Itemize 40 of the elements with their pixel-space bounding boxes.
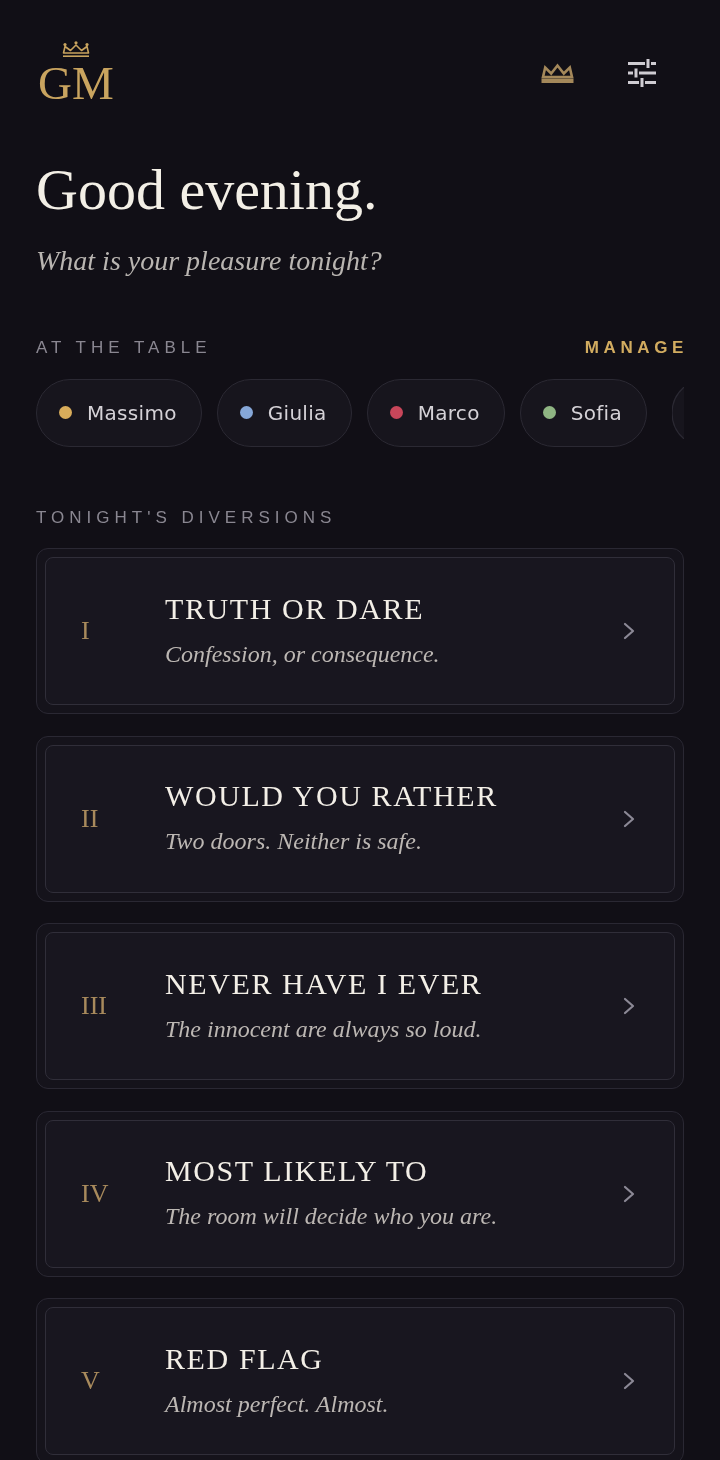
game-title: MOST LIKELY TO — [165, 1156, 429, 1186]
game-numeral: IV — [81, 1178, 109, 1208]
game-numeral: V — [81, 1366, 100, 1395]
manage-button[interactable]: MANAGE — [584, 338, 688, 358]
game-description: Almost perfect. Almost. — [165, 1389, 389, 1419]
greeting-subtitle: What is your pleasure tonight? — [36, 244, 382, 278]
game-description: The innocent are always so loud. — [165, 1014, 482, 1044]
settings-button[interactable] — [627, 59, 657, 87]
game-title: RED FLAG — [165, 1343, 324, 1374]
sliders-icon — [627, 59, 657, 87]
section-label: AT THE TABLE — [36, 338, 212, 358]
game-card[interactable]: IV MOST LIKELY TO The room will decide who you are. — [36, 1110, 684, 1277]
game-numeral: III — [81, 991, 107, 1020]
game-title: WOULD YOU RATHER — [165, 781, 498, 811]
section-label: TONIGHT'S DIVERSIONS — [36, 508, 337, 528]
game-description: Two doors. Neither is safe. — [165, 827, 422, 856]
crown-button[interactable] — [540, 63, 575, 83]
game-numeral: II — [81, 803, 99, 833]
player-name: Sofia — [570, 400, 622, 425]
greeting-heading: Good evening. — [36, 158, 378, 222]
crown-icon — [540, 63, 575, 83]
game-description: Confession, or consequence. — [165, 639, 440, 669]
game-card[interactable]: V RED FLAG Almost perfect. Almost. — [36, 1298, 684, 1460]
partial-chip — [672, 386, 684, 439]
game-card[interactable]: III NEVER HAVE I EVER The innocent are always so loud. — [36, 923, 684, 1089]
game-card[interactable]: II WOULD YOU RATHER Two doors. Neither is safe. — [36, 735, 684, 902]
game-numeral: I — [81, 616, 90, 645]
player-name: Massimo — [87, 400, 177, 425]
player-name: Giulia — [267, 400, 327, 425]
chevron-icon — [623, 809, 635, 828]
chevron-icon — [623, 997, 635, 1015]
chevron-icon — [623, 1372, 635, 1390]
player-name: Marco — [417, 400, 480, 425]
logo-monogram: GM — [38, 60, 114, 107]
chevron-icon — [623, 622, 635, 640]
game-card[interactable]: I TRUTH OR DARE Confession, or consequence. — [36, 548, 684, 714]
chevron-icon — [623, 1184, 635, 1203]
game-title: NEVER HAVE I EVER — [165, 968, 483, 999]
game-description: The room will decide who you are. — [165, 1202, 498, 1231]
game-title: TRUTH OR DARE — [165, 593, 425, 624]
